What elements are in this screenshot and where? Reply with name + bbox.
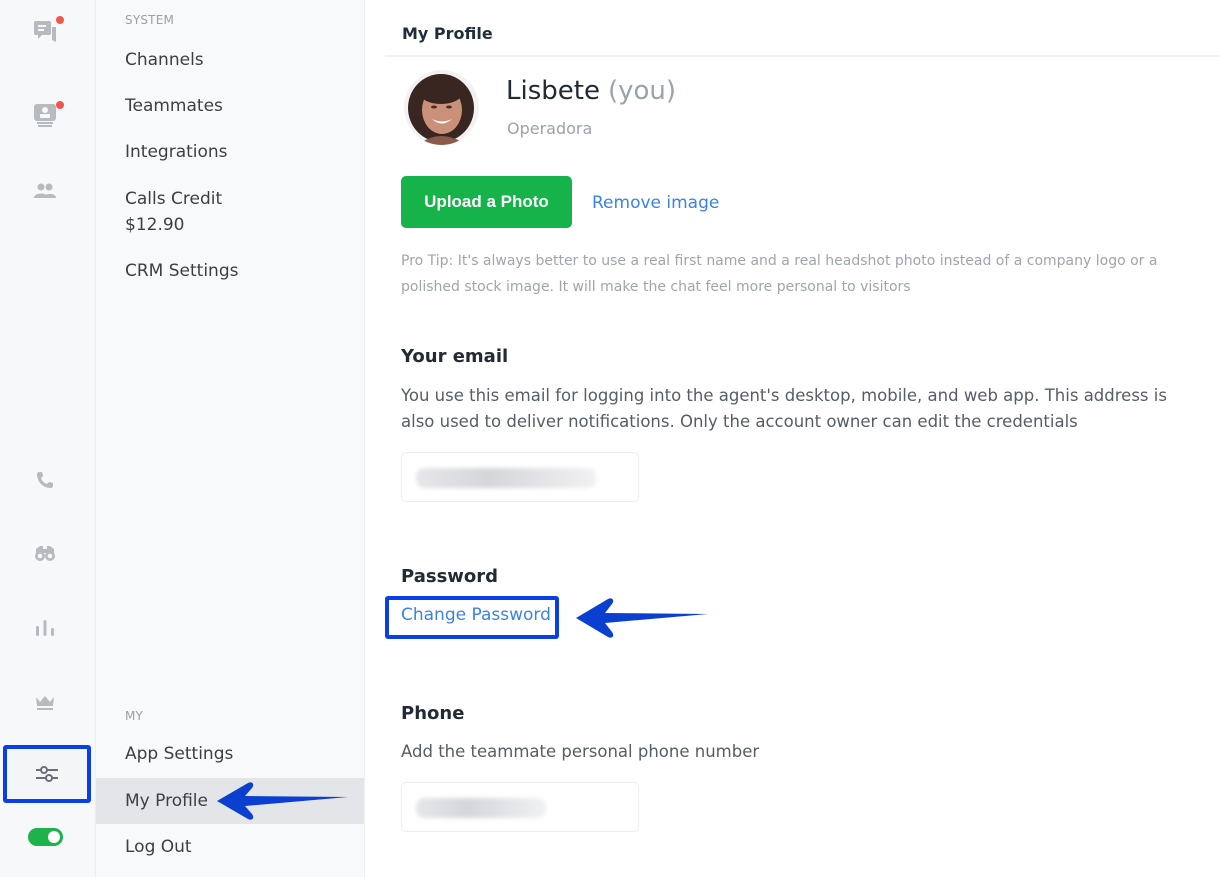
nav-item-crm-settings[interactable]: CRM Settings <box>96 258 364 284</box>
you-label: (you) <box>607 76 677 106</box>
nav-item-teammates[interactable]: Teammates <box>96 93 364 119</box>
avatar <box>404 70 479 145</box>
page-title: My Profile <box>402 24 493 43</box>
monitoring-nav-button[interactable] <box>30 538 60 568</box>
phone-icon <box>37 472 53 488</box>
phone-section-title: Phone <box>401 703 465 724</box>
nav-item-calls-credit[interactable]: Calls Credit $12.90 <box>96 186 364 238</box>
nav-item-log-out[interactable]: Log Out <box>96 834 364 860</box>
annotation-arrow-change-password <box>576 598 708 638</box>
phone-input[interactable] <box>402 783 638 831</box>
icon-rail <box>0 0 96 877</box>
email-description: You use this email for logging into the … <box>401 386 1167 431</box>
reports-icon <box>36 620 54 636</box>
calls-credit-amount: $12.90 <box>125 215 185 235</box>
profile-first-name: Lisbete <box>506 76 600 106</box>
email-field[interactable] <box>401 452 639 502</box>
crown-icon <box>36 696 54 710</box>
settings-sliders-icon <box>36 766 58 782</box>
nav-section-system: SYSTEM <box>125 13 175 27</box>
password-section-title: Password <box>401 566 499 587</box>
contacts-nav-button[interactable] <box>30 176 60 206</box>
notification-badge <box>56 16 64 24</box>
nav-item-app-settings[interactable]: App Settings <box>96 741 364 767</box>
annotation-arrow-my-profile <box>217 782 348 820</box>
upload-photo-button[interactable]: Upload a Photo <box>401 176 572 228</box>
settings-nav-button[interactable] <box>3 745 91 803</box>
profile-panel: My Profile Lisbete (you) Operadora Upload… <box>385 0 1220 877</box>
profile-name: Lisbete (you) <box>506 76 676 106</box>
remove-image-link[interactable]: Remove image <box>592 193 719 213</box>
upgrade-nav-button[interactable] <box>30 687 60 717</box>
binoculars-icon <box>35 546 55 561</box>
notification-badge <box>56 101 64 109</box>
email-input[interactable] <box>402 453 638 501</box>
conversations-icon <box>34 21 56 42</box>
settings-nav: SYSTEM Channels Teammates Integrations C… <box>96 0 365 877</box>
nav-section-my: MY <box>125 709 144 723</box>
availability-toggle[interactable] <box>28 828 63 846</box>
phone-description: Add the teammate personal phone number <box>401 742 760 761</box>
nav-item-integrations[interactable]: Integrations <box>96 139 364 165</box>
header-divider <box>385 55 1220 57</box>
nav-item-channels[interactable]: Channels <box>96 47 364 73</box>
visitors-icon <box>34 104 56 127</box>
visitors-nav-button[interactable] <box>30 101 64 131</box>
contacts-icon <box>34 183 56 198</box>
change-password-link[interactable]: Change Password <box>401 605 551 625</box>
profile-role: Operadora <box>507 119 593 138</box>
calls-credit-label: Calls Credit <box>125 189 223 209</box>
conversations-nav-button[interactable] <box>30 16 64 46</box>
avatar-photo <box>404 70 479 145</box>
phone-field[interactable] <box>401 782 639 832</box>
reports-nav-button[interactable] <box>30 613 60 643</box>
pro-tip-text: Pro Tip: It's always better to use a rea… <box>401 253 1158 295</box>
calls-nav-button[interactable] <box>30 465 60 495</box>
email-section-title: Your email <box>401 346 509 367</box>
